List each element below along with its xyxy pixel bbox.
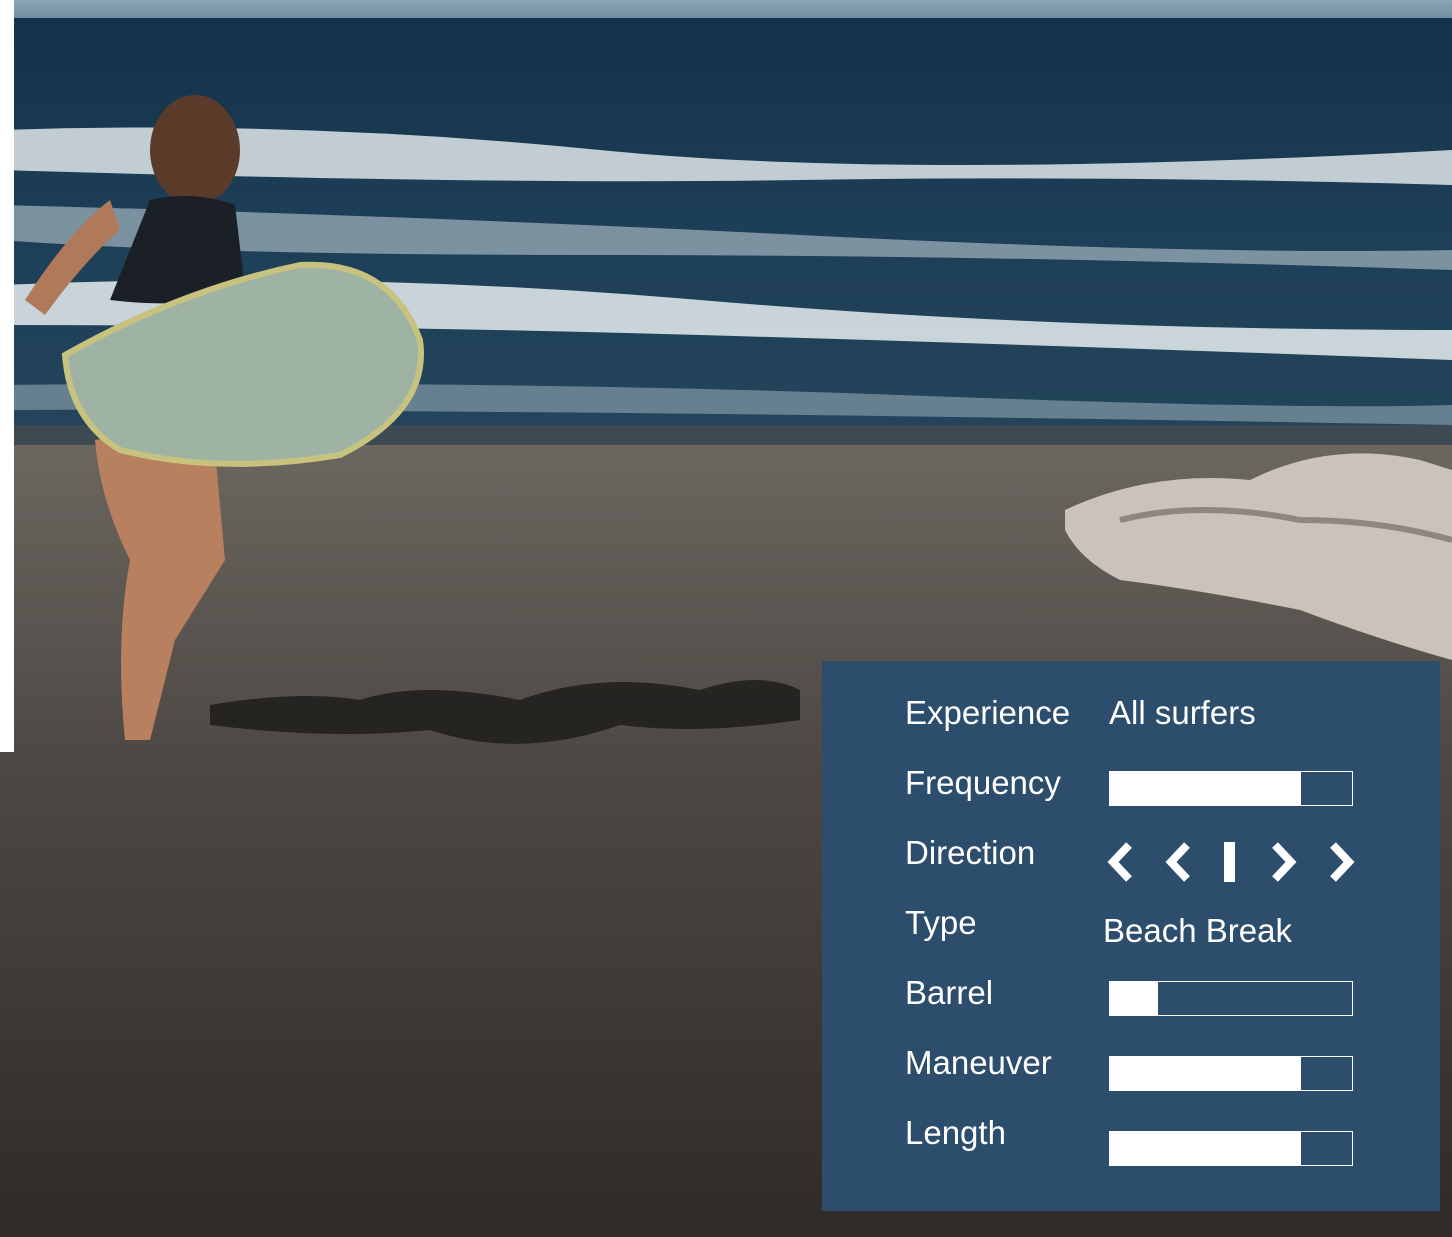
type-value: Beach Break xyxy=(1103,912,1292,949)
experience-value: All surfers xyxy=(1109,694,1256,731)
maneuver-bar-fill xyxy=(1110,1057,1302,1090)
frequency-bar xyxy=(1109,771,1353,806)
center-bar-icon xyxy=(1224,842,1235,882)
direction-label: Direction xyxy=(905,834,1036,871)
barrel-bar-fill xyxy=(1110,982,1159,1015)
chevron-right-icon xyxy=(1330,842,1355,882)
length-bar xyxy=(1109,1131,1353,1166)
chevron-left-icon xyxy=(1107,842,1132,882)
chevron-right-icon xyxy=(1272,842,1297,882)
maneuver-label: Maneuver xyxy=(905,1044,1052,1081)
frequency-bar-fill xyxy=(1110,772,1302,805)
maneuver-bar xyxy=(1109,1056,1353,1091)
experience-label: Experience xyxy=(905,694,1071,731)
barrel-bar xyxy=(1109,981,1353,1016)
frequency-label: Frequency xyxy=(905,764,1061,801)
spot-info-card: Experience All surfers Frequency Directi… xyxy=(822,661,1440,1211)
barrel-label: Barrel xyxy=(905,974,994,1011)
page-edge xyxy=(0,0,14,752)
type-label: Type xyxy=(905,904,977,941)
length-label: Length xyxy=(905,1114,1006,1151)
direction-indicator xyxy=(1107,842,1355,882)
length-bar-fill xyxy=(1110,1132,1302,1165)
chevron-left-icon xyxy=(1165,842,1190,882)
